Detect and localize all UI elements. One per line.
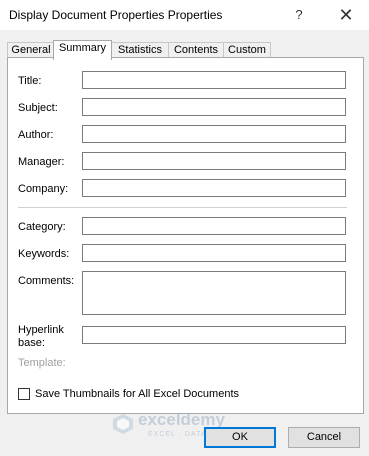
- manager-label: Manager:: [18, 156, 65, 168]
- category-label: Category:: [18, 221, 66, 233]
- comments-label: Comments:: [18, 275, 75, 287]
- hyperlink-label-line1: Hyperlink: [18, 324, 64, 336]
- ok-button[interactable]: OK: [204, 427, 276, 448]
- exceldemy-logo-icon: [113, 414, 133, 434]
- close-button[interactable]: ✕: [335, 5, 357, 25]
- help-button[interactable]: ?: [288, 5, 310, 25]
- author-label: Author:: [18, 129, 54, 141]
- title-label: Title:: [18, 75, 42, 87]
- comments-field[interactable]: [82, 271, 346, 315]
- company-field[interactable]: [82, 179, 346, 197]
- hyperlink-base-field[interactable]: [82, 326, 346, 344]
- title-field[interactable]: [82, 71, 346, 89]
- title-bar: Display Document Properties Properties ?…: [0, 0, 369, 30]
- template-label: Template:: [18, 357, 66, 369]
- keywords-label: Keywords:: [18, 248, 70, 260]
- save-thumbnails-label[interactable]: Save Thumbnails for All Excel Documents: [35, 388, 239, 400]
- cancel-button[interactable]: Cancel: [288, 427, 360, 448]
- subject-field[interactable]: [82, 98, 346, 116]
- category-field[interactable]: [82, 217, 346, 235]
- company-label: Company:: [18, 183, 69, 195]
- dialog-title: Display Document Properties Properties: [9, 8, 223, 22]
- tab-summary[interactable]: Summary: [53, 40, 112, 60]
- hyperlink-label-line2: base:: [18, 337, 45, 349]
- save-thumbnails-checkbox[interactable]: [18, 388, 30, 400]
- properties-dialog: Display Document Properties Properties ?…: [0, 0, 369, 456]
- manager-field[interactable]: [82, 152, 346, 170]
- author-field[interactable]: [82, 125, 346, 143]
- subject-label: Subject:: [18, 102, 58, 114]
- keywords-field[interactable]: [82, 244, 346, 262]
- section-divider: [18, 207, 347, 208]
